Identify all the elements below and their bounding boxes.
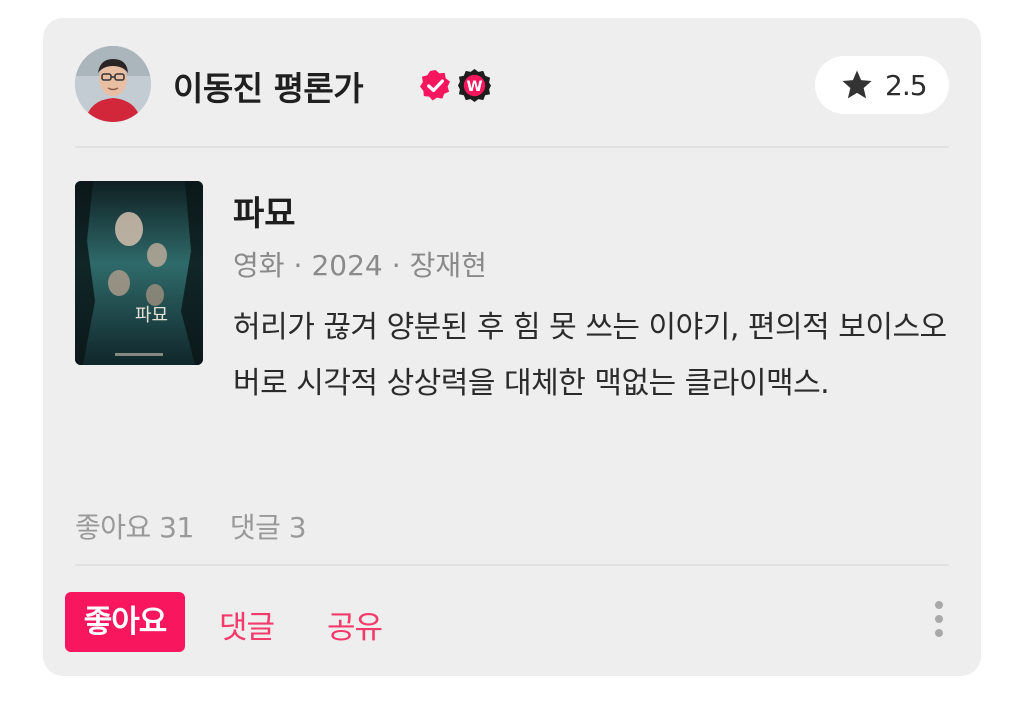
- header-divider: [75, 146, 949, 148]
- like-button[interactable]: 좋아요: [65, 592, 185, 652]
- review-text[interactable]: 허리가 끊겨 양분된 후 힘 못 쓰는 이야기, 편의적 보이스오버로 시각적 …: [233, 300, 953, 412]
- movie-poster[interactable]: 파묘: [75, 181, 203, 365]
- svg-text:W: W: [466, 78, 482, 95]
- more-vertical-icon[interactable]: [929, 596, 949, 646]
- action-bar: 좋아요 댓글 공유: [65, 590, 949, 654]
- avatar[interactable]: [75, 46, 151, 122]
- comments-count[interactable]: 댓글 3: [230, 511, 307, 544]
- verified-check-icon: [419, 69, 451, 101]
- rating-pill[interactable]: 2.5: [815, 56, 949, 114]
- movie-category: 영화: [233, 249, 285, 282]
- review-card: 이동진 평론가 W 2.5 파묘 파묘 영화 · 2024 · 장재현 허리가 …: [43, 18, 981, 676]
- meta-separator: ·: [391, 249, 401, 282]
- movie-director: 장재현: [409, 249, 487, 282]
- movie-title[interactable]: 파묘: [233, 186, 296, 235]
- movie-year: 2024: [311, 249, 383, 282]
- review-header: 이동진 평론가 W 2.5: [75, 46, 949, 126]
- comment-button[interactable]: 댓글: [219, 602, 275, 647]
- share-button[interactable]: 공유: [327, 602, 383, 647]
- meta-separator: ·: [293, 249, 303, 282]
- rating-value: 2.5: [885, 69, 928, 102]
- review-stats: 좋아요 31 댓글 3: [75, 506, 342, 546]
- star-icon: [842, 70, 872, 99]
- likes-count[interactable]: 좋아요 31: [75, 511, 194, 544]
- w-badge-icon: W: [457, 68, 492, 103]
- author-name[interactable]: 이동진 평론가: [173, 62, 364, 110]
- actions-divider: [75, 564, 949, 566]
- movie-meta: 영화 · 2024 · 장재현: [233, 244, 487, 284]
- poster-title: 파묘: [135, 305, 168, 326]
